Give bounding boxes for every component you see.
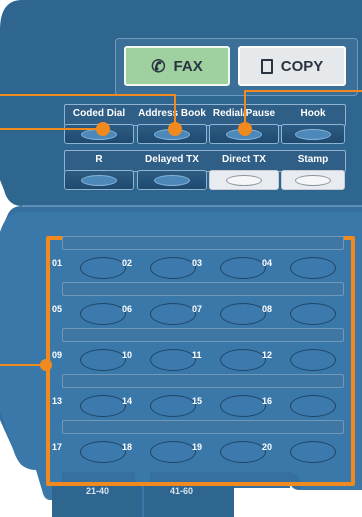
one-touch-key-label: 10: [122, 350, 133, 360]
one-touch-key-label: 09: [52, 350, 63, 360]
copy-page-icon: [260, 58, 273, 74]
one-touch-key-11[interactable]: [220, 349, 266, 371]
one-touch-key-17[interactable]: [80, 441, 126, 463]
one-touch-key-14[interactable]: [150, 395, 196, 417]
hook-button[interactable]: [281, 124, 345, 144]
callout-line: [0, 128, 98, 130]
one-touch-key-label: 12: [262, 350, 273, 360]
one-touch-key-18[interactable]: [150, 441, 196, 463]
one-touch-key-label: 02: [122, 258, 133, 268]
one-touch-key-08[interactable]: [290, 303, 336, 325]
one-touch-key-02[interactable]: [150, 257, 196, 279]
one-touch-key-label: 20: [262, 442, 273, 452]
one-touch-key-label: 15: [192, 396, 203, 406]
coded-dial-highlight-dot: [96, 122, 110, 136]
direct-tx-button[interactable]: [209, 170, 279, 190]
fax-control-panel: ✆ FAX COPY Coded Dial Address Book Redia…: [0, 0, 362, 517]
one-touch-key-03[interactable]: [220, 257, 266, 279]
fax-mode-label: FAX: [173, 57, 203, 75]
one-touch-key-15[interactable]: [220, 395, 266, 417]
copy-mode-label: COPY: [280, 57, 324, 75]
bottom-partial-label: 21-40: [86, 486, 110, 496]
one-touch-key-04[interactable]: [290, 257, 336, 279]
one-touch-key-label: 11: [192, 350, 202, 360]
one-touch-key-20[interactable]: [290, 441, 336, 463]
stamp-label: Stamp: [297, 154, 329, 165]
direct-tx-label: Direct TX: [222, 154, 266, 165]
one-touch-key-16[interactable]: [290, 395, 336, 417]
one-touch-key-label: 07: [192, 304, 203, 314]
one-touch-key-13[interactable]: [80, 395, 126, 417]
one-touch-key-06[interactable]: [150, 303, 196, 325]
callout-line: [0, 94, 176, 96]
one-touch-key-label: 05: [52, 304, 63, 314]
one-touch-key-10[interactable]: [150, 349, 196, 371]
delayed-tx-button[interactable]: [137, 170, 207, 190]
one-touch-key-label: 18: [122, 442, 133, 452]
callout-line: [244, 90, 362, 92]
fax-handset-icon: ✆: [151, 56, 166, 76]
one-touch-key-label: 17: [52, 442, 63, 452]
one-touch-key-19[interactable]: [220, 441, 266, 463]
coded-dial-label: Coded Dial: [72, 108, 126, 119]
hook-label: Hook: [300, 108, 326, 119]
keypad-row-label-strip: [62, 374, 344, 388]
one-touch-key-label: 19: [192, 442, 203, 452]
keypad-row-label-strip: [62, 328, 344, 342]
r-label: R: [95, 154, 103, 165]
one-touch-key-05[interactable]: [80, 303, 126, 325]
stamp-button[interactable]: [281, 170, 345, 190]
r-button[interactable]: [64, 170, 134, 190]
delayed-tx-label: Delayed TX: [145, 154, 199, 165]
callout-line: [244, 90, 246, 128]
one-touch-key-label: 13: [52, 396, 63, 406]
one-touch-key-label: 01: [52, 258, 63, 268]
fax-mode-button[interactable]: ✆ FAX: [124, 46, 230, 86]
one-touch-key-label: 16: [262, 396, 273, 406]
bottom-partial-label: 41-60: [170, 486, 194, 496]
one-touch-key-07[interactable]: [220, 303, 266, 325]
one-touch-key-12[interactable]: [290, 349, 336, 371]
address-book-label: Address Book: [138, 108, 206, 119]
one-touch-key-09[interactable]: [80, 349, 126, 371]
keypad-row-label-strip: [62, 236, 344, 250]
copy-mode-button[interactable]: COPY: [238, 46, 346, 86]
keypad-row-label-strip: [62, 282, 344, 296]
one-touch-key-label: 08: [262, 304, 273, 314]
callout-line: [174, 94, 176, 128]
one-touch-key-label: 06: [122, 304, 133, 314]
one-touch-key-label: 03: [192, 258, 203, 268]
keypad-row-label-strip: [62, 420, 344, 434]
one-touch-key-01[interactable]: [80, 257, 126, 279]
callout-line: [0, 364, 44, 366]
one-touch-key-label: 04: [262, 258, 273, 268]
one-touch-key-label: 14: [122, 396, 133, 406]
